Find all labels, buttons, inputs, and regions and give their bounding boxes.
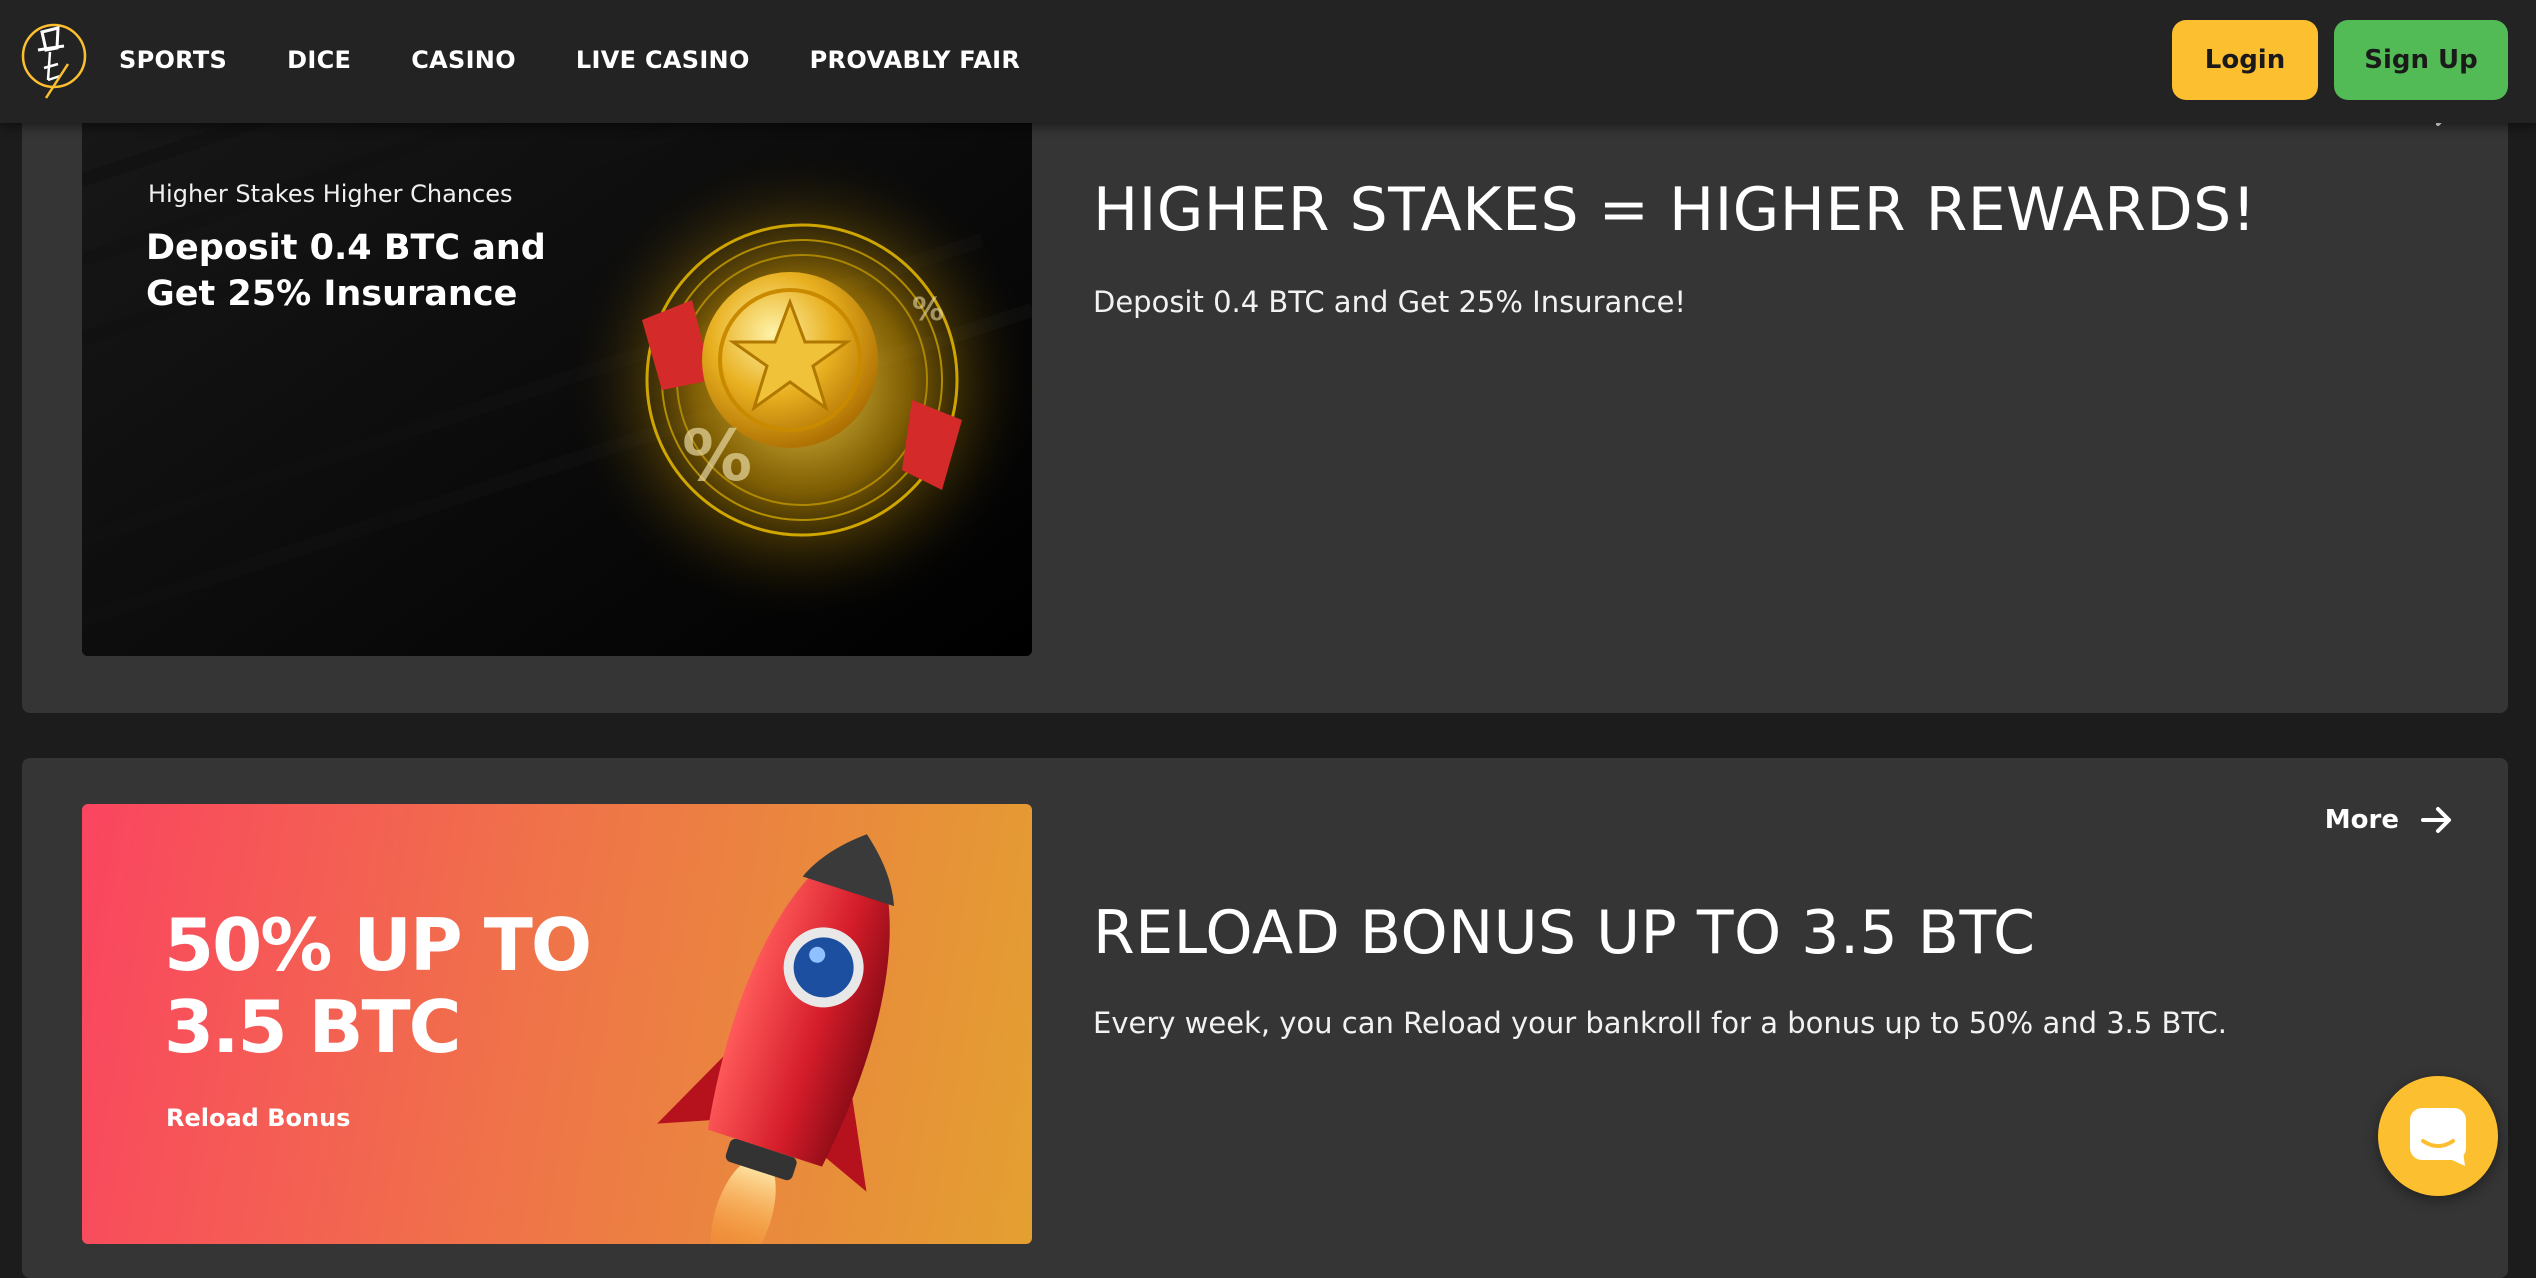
promo-title: HIGHER STAKES = HIGHER REWARDS! (1093, 175, 2257, 245)
promo-banner-image[interactable]: 50% UP TO 3.5 BTC Reload Bonus (82, 804, 1032, 1244)
nav-provably-fair[interactable]: PROVABLY FAIR (810, 46, 1020, 74)
top-hat-logo-icon[interactable] (20, 18, 88, 100)
nav-casino[interactable]: CASINO (411, 46, 516, 74)
main-nav: SPORTS DICE CASINO LIVE CASINO PROVABLY … (119, 0, 1080, 120)
nav-live-casino[interactable]: LIVE CASINO (576, 46, 750, 74)
top-navigation-bar: SPORTS DICE CASINO LIVE CASINO PROVABLY … (0, 0, 2536, 123)
banner-headline: Deposit 0.4 BTC and Get 25% Insurance (146, 228, 546, 314)
banner-tagline: Reload Bonus (166, 1104, 351, 1132)
chat-bubble-icon (2410, 1108, 2466, 1166)
sign-up-button[interactable]: Sign Up (2334, 20, 2508, 100)
banner-tagline: Higher Stakes Higher Chances (148, 180, 513, 208)
more-label: More (2324, 805, 2399, 835)
more-link[interactable]: More (2325, 805, 2453, 835)
nav-sports[interactable]: SPORTS (119, 46, 227, 74)
arrow-right-icon (2421, 807, 2451, 833)
login-button[interactable]: Login (2172, 20, 2318, 100)
promo-description: Every week, you can Reload your bankroll… (1093, 1006, 2227, 1040)
svg-text:%: % (912, 290, 944, 328)
banner-headline: 50% UP TO 3.5 BTC (164, 903, 592, 1069)
promo-card: 50% UP TO 3.5 BTC Reload Bonus More RELO… (22, 758, 2508, 1278)
promo-description: Deposit 0.4 BTC and Get 25% Insurance! (1093, 285, 1687, 319)
svg-text:%: % (682, 415, 752, 497)
chat-launcher-button[interactable] (2378, 1076, 2498, 1196)
promo-title: RELOAD BONUS UP TO 3.5 BTC (1093, 898, 2036, 968)
nav-dice[interactable]: DICE (287, 46, 351, 74)
